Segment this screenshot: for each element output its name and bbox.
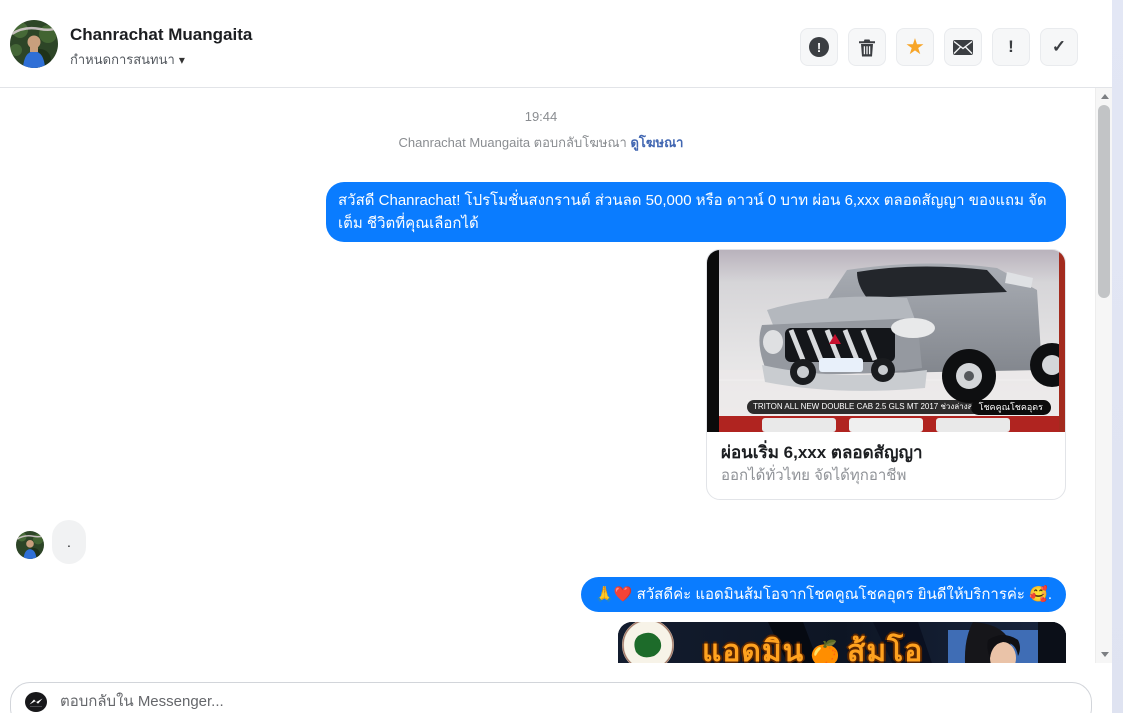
- conversation-header: Chanrachat Muangaita กำหนดการสนทนา▾ ! ★: [0, 0, 1112, 88]
- exclamation-circle-icon: !: [809, 37, 829, 57]
- message-row: 🙏❤️ สวัสดีค่ะ แอดมินส้มโอจากโชคคูณโชคอุด…: [16, 577, 1066, 612]
- trash-icon: [859, 39, 875, 56]
- schedule-conversation-dropdown[interactable]: กำหนดการสนทนา ▾: [70, 49, 185, 70]
- follow-up-button[interactable]: ★: [896, 28, 934, 66]
- reply-bar: ตอบกลับใน Messenger...: [0, 663, 1112, 713]
- moderation-toolbar: ! ★ ! ✓: [800, 28, 1078, 66]
- admin-banner-image[interactable]: แอดมิน 🍊 ส้มโอ: [618, 622, 1066, 663]
- scroll-up-arrow[interactable]: [1096, 88, 1113, 105]
- delete-button[interactable]: [848, 28, 886, 66]
- banner-title-right: ส้มโอ: [847, 635, 924, 663]
- sent-message-bubble: สวัสดี Chanrachat! โปรโมชั่นสงกรานต์ ส่ว…: [326, 182, 1066, 242]
- scrollbar[interactable]: [1095, 88, 1112, 663]
- timestamp: 19:44: [524, 109, 558, 124]
- ad-card-title: ผ่อนเริ่ม 6,xxx ตลอดสัญญา: [721, 443, 923, 462]
- reply-input[interactable]: ตอบกลับใน Messenger...: [10, 682, 1092, 713]
- ad-card-attachment[interactable]: TRITON ALL NEW DOUBLE CAB 2.5 GLS MT 201…: [706, 249, 1066, 500]
- ad-card-subtitle: ออกได้ทั่วไทย จัดได้ทุกอาชีพ: [721, 467, 907, 484]
- messenger-icon: [25, 692, 47, 712]
- mark-unread-button[interactable]: [944, 28, 982, 66]
- schedule-conversation-label: กำหนดการสนทนา: [70, 52, 175, 67]
- contact-avatar-small[interactable]: [16, 531, 44, 559]
- view-ad-link[interactable]: ดูโฆษณา: [630, 135, 683, 150]
- message-row: สวัสดี Chanrachat! โปรโมชั่นสงกรานต์ ส่ว…: [16, 182, 1066, 242]
- chat-scroll-area[interactable]: 19:44 Chanrachat Muangaita ตอบกลับโฆษณา …: [0, 88, 1095, 663]
- triangle-down-icon: [1100, 652, 1109, 657]
- message-row: TRITON ALL NEW DOUBLE CAB 2.5 GLS MT 201…: [16, 242, 1066, 500]
- star-icon: ★: [905, 34, 925, 59]
- exclamation-icon: !: [1008, 37, 1014, 56]
- contact-name: Chanrachat Muangaita: [70, 25, 253, 44]
- scrollbar-thumb[interactable]: [1098, 105, 1110, 298]
- scroll-down-arrow[interactable]: [1096, 646, 1113, 663]
- chevron-down-icon: ▾: [178, 53, 185, 67]
- check-icon: ✓: [1051, 37, 1067, 56]
- ad-context-text: Chanrachat Muangaita ตอบกลับโฆษณา: [398, 135, 627, 150]
- mark-done-button[interactable]: ✓: [1040, 28, 1078, 66]
- message-row: .: [16, 520, 1066, 564]
- window-edge-strip: [1112, 0, 1123, 713]
- report-button[interactable]: !: [800, 28, 838, 66]
- triangle-up-icon: [1100, 94, 1109, 99]
- pomelo-emoji: 🍊: [810, 640, 842, 663]
- reply-placeholder: ตอบกลับใน Messenger...: [60, 693, 224, 710]
- dealer-badge: โชคคูณโชคอุดร: [970, 400, 1051, 415]
- ad-card-info: ผ่อนเริ่ม 6,xxx ตลอดสัญญา ออกได้ทั่วไทย …: [707, 432, 1065, 499]
- mark-important-button[interactable]: !: [992, 28, 1030, 66]
- envelope-icon: [953, 39, 973, 55]
- avatar-photo: [10, 20, 58, 68]
- banner-title: แอดมิน 🍊 ส้มโอ: [702, 628, 923, 663]
- contact-avatar[interactable]: [10, 20, 58, 68]
- ad-card-image: TRITON ALL NEW DOUBLE CAB 2.5 GLS MT 201…: [707, 250, 1065, 432]
- received-message-bubble: .: [52, 520, 86, 564]
- messenger-inbox-window: Chanrachat Muangaita กำหนดการสนทนา▾ ! ★: [0, 0, 1123, 713]
- sent-message-bubble: 🙏❤️ สวัสดีค่ะ แอดมินส้มโอจากโชคคูณโชคอุด…: [581, 577, 1066, 612]
- banner-title-left: แอดมิน: [702, 635, 805, 663]
- message-row: แอดมิน 🍊 ส้มโอ: [16, 612, 1066, 663]
- ad-context-line: Chanrachat Muangaita ตอบกลับโฆษณา ดูโฆษณ…: [16, 134, 1066, 152]
- avatar-photo: [16, 531, 44, 559]
